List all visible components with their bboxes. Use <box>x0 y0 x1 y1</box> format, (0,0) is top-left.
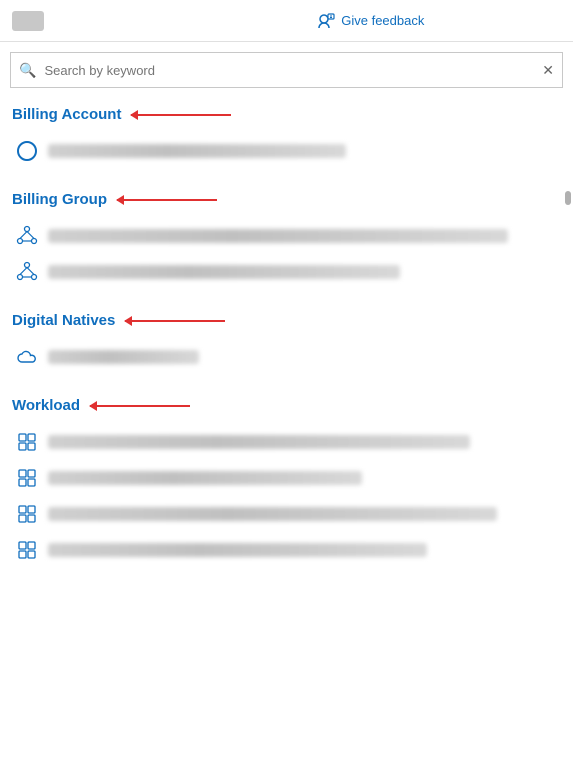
list-item[interactable] <box>12 254 561 290</box>
section-workload: Workload <box>0 387 573 572</box>
section-header-workload: Workload <box>12 397 561 414</box>
item-label-bar <box>48 507 497 521</box>
item-icon-nodes <box>16 261 38 283</box>
give-feedback-button[interactable]: Give feedback <box>317 12 424 30</box>
arrow-annotation-billing-account <box>131 114 231 116</box>
search-icon: 🔍 <box>19 62 36 79</box>
circle-icon <box>17 141 37 161</box>
stack-icon <box>16 539 38 561</box>
list-item[interactable] <box>12 424 561 460</box>
search-input[interactable] <box>44 63 542 78</box>
cloud-icon <box>16 348 38 366</box>
item-label-bar <box>48 350 199 364</box>
item-icon-cloud <box>16 346 38 368</box>
top-bar: Give feedback <box>0 0 573 42</box>
arrow-line <box>90 405 190 407</box>
section-digital-natives: Digital Natives <box>0 302 573 379</box>
item-icon-stack <box>16 539 38 561</box>
list-item[interactable] <box>12 460 561 496</box>
section-billing-account: Billing Account <box>0 96 573 173</box>
nodes-icon <box>16 261 38 283</box>
arrow-annotation-billing-group <box>117 199 217 201</box>
stack-icon <box>16 503 38 525</box>
arrow-annotation-digital-natives <box>125 320 225 322</box>
section-billing-group: Billing Group <box>0 181 573 294</box>
section-title-workload: Workload <box>12 397 80 414</box>
item-icon-nodes <box>16 225 38 247</box>
feedback-label: Give feedback <box>341 13 424 28</box>
section-header-billing-group: Billing Group <box>12 191 561 208</box>
list-item[interactable] <box>12 218 561 254</box>
item-label-bar <box>48 435 470 449</box>
stack-icon <box>16 431 38 453</box>
section-title-digital-natives: Digital Natives <box>12 312 115 329</box>
item-icon-circle <box>16 140 38 162</box>
item-icon-stack <box>16 503 38 525</box>
list-item[interactable] <box>12 339 561 375</box>
arrow-annotation-workload <box>90 405 190 407</box>
item-label-bar <box>48 543 427 557</box>
item-label-bar <box>48 229 508 243</box>
feedback-icon <box>317 12 335 30</box>
search-bar: 🔍 ✕ <box>10 52 563 88</box>
nodes-icon <box>16 225 38 247</box>
section-title-billing-group: Billing Group <box>12 191 107 208</box>
scrollbar[interactable] <box>565 191 571 205</box>
item-label-bar <box>48 265 400 279</box>
section-title-billing-account: Billing Account <box>12 106 121 123</box>
section-header-digital-natives: Digital Natives <box>12 312 561 329</box>
list-item[interactable] <box>12 532 561 568</box>
section-header-billing-account: Billing Account <box>12 106 561 123</box>
clear-search-icon[interactable]: ✕ <box>542 62 554 79</box>
arrow-line <box>131 114 231 116</box>
arrow-line <box>117 199 217 201</box>
stack-icon <box>16 467 38 489</box>
item-icon-stack <box>16 467 38 489</box>
item-label-bar <box>48 144 346 158</box>
list-item[interactable] <box>12 133 561 169</box>
list-item[interactable] <box>12 496 561 532</box>
item-icon-stack <box>16 431 38 453</box>
user-avatar <box>12 11 44 31</box>
item-label-bar <box>48 471 362 485</box>
sections-container: Billing Account Billing Group Digital Nat… <box>0 96 573 580</box>
arrow-line <box>125 320 225 322</box>
